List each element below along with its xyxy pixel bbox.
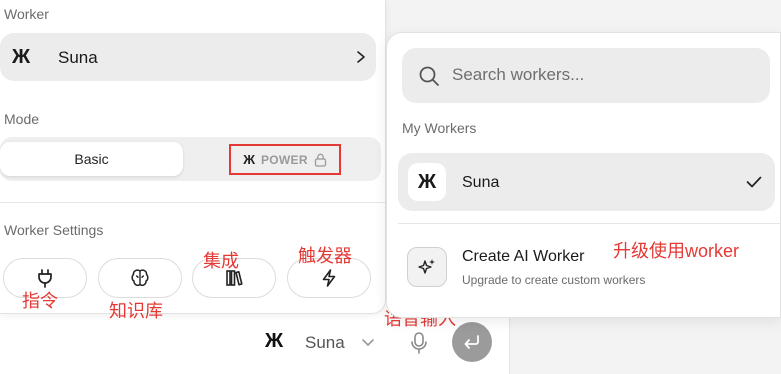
enter-arrow-icon [464, 335, 479, 349]
mode-section-label: Mode [4, 111, 40, 127]
worker-list-item-suna[interactable]: Ж Suna [398, 153, 775, 211]
annotation-integrations: 集成 [203, 251, 239, 271]
sparkles-icon [418, 259, 435, 274]
suna-logo-icon: Ж [11, 46, 31, 68]
section-divider [0, 202, 385, 203]
search-box[interactable] [402, 48, 770, 103]
dropdown-divider [398, 223, 781, 224]
search-input[interactable] [452, 62, 752, 88]
bolt-icon [322, 269, 336, 287]
mode-basic-option[interactable]: Basic [0, 142, 183, 176]
lock-icon [314, 153, 326, 167]
brain-icon [131, 269, 149, 287]
my-workers-label: My Workers [402, 120, 477, 136]
worker-select-row[interactable]: Ж Suna [0, 33, 376, 81]
worker-list-item-name: Suna [462, 174, 500, 191]
chevron-right-icon [357, 51, 365, 63]
plug-icon [38, 269, 52, 288]
suna-logo-icon: Ж [243, 152, 255, 167]
suna-logo-icon: Ж [408, 163, 446, 201]
create-worker-tile [407, 247, 447, 287]
annotation-knowledge: 知识库 [109, 301, 163, 321]
checkmark-icon [746, 176, 762, 188]
worker-settings-label: Worker Settings [4, 222, 104, 238]
microphone-icon[interactable] [408, 331, 430, 355]
power-label: POWER [260, 152, 308, 167]
create-worker-title: Create AI Worker [462, 248, 585, 265]
annotation-upgrade: 升级使用worker [613, 241, 740, 261]
annotation-triggers: 触发器 [298, 246, 352, 266]
search-icon [419, 66, 439, 86]
mode-power-option[interactable]: Ж POWER [229, 144, 341, 175]
send-button[interactable] [452, 322, 492, 362]
suna-logo-icon: Ж [264, 330, 284, 352]
worker-name: Suna [58, 48, 98, 67]
knowledge-base-button[interactable] [98, 258, 182, 298]
chevron-down-icon[interactable] [360, 334, 376, 350]
create-worker-subtitle: Upgrade to create custom workers [462, 273, 646, 287]
annotation-instructions: 指令 [22, 291, 58, 311]
worker-selector-label[interactable]: Suna [305, 333, 345, 353]
worker-section-label: Worker [4, 6, 49, 22]
